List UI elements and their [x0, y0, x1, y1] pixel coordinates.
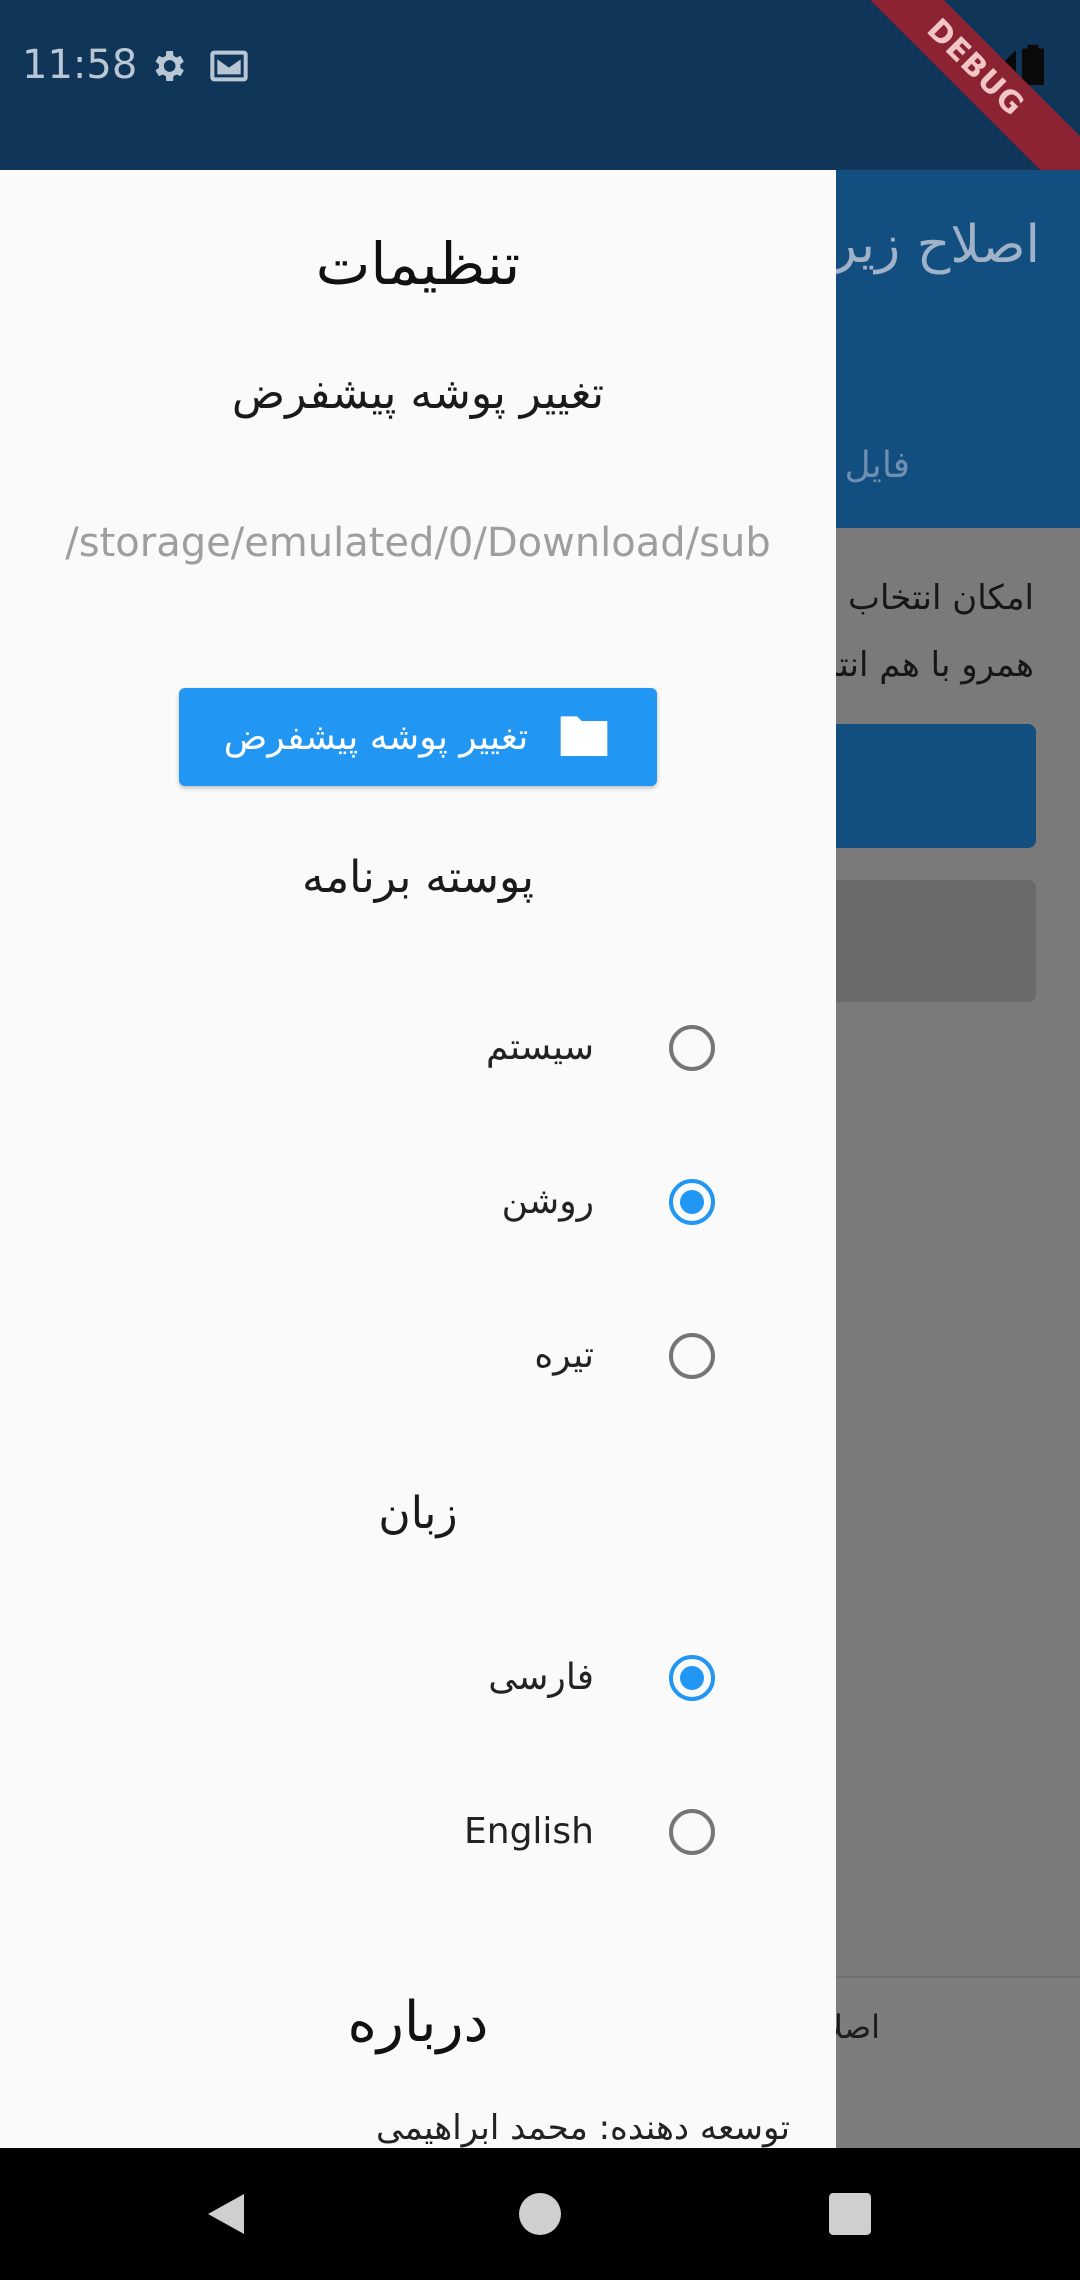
radio-unselected-icon[interactable]	[667, 1807, 717, 1857]
change-folder-button[interactable]: تغییر پوشه پیشفرض	[179, 688, 657, 786]
default-folder-path: /storage/emulated/0/Download/sub	[65, 520, 771, 566]
theme-option-label: سیستم	[486, 1027, 594, 1068]
language-option-label: English	[464, 1811, 594, 1852]
folder-icon	[556, 711, 612, 763]
mail-icon	[208, 46, 250, 90]
gear-icon	[148, 46, 188, 90]
settings-drawer: تنظیمات تغییر پوشه پیشفرض /storage/emula…	[0, 170, 836, 2148]
radio-selected-icon[interactable]	[667, 1177, 717, 1227]
theme-option-label: تیره	[534, 1335, 594, 1376]
radio-unselected-icon[interactable]	[667, 1023, 717, 1073]
radio-unselected-icon[interactable]	[667, 1331, 717, 1381]
system-nav-bar	[0, 2148, 1080, 2280]
theme-option-label: روشن	[501, 1181, 594, 1222]
developer-credit: توسعه دهنده: محمد ابراهیمی	[376, 2108, 790, 2148]
theme-heading: پوسته برنامه	[301, 852, 535, 903]
status-time: 11:58	[22, 42, 138, 88]
home-icon[interactable]	[500, 2174, 580, 2254]
drawer-title: تنظیمات	[315, 230, 521, 298]
language-option-farsi[interactable]: فارسی	[0, 1638, 836, 1718]
radio-selected-icon[interactable]	[667, 1653, 717, 1703]
back-icon[interactable]	[186, 2174, 266, 2254]
language-option-label: فارسی	[488, 1657, 594, 1698]
tab-file[interactable]: فایل	[845, 445, 910, 486]
about-heading: درباره	[347, 1990, 489, 2055]
recents-icon[interactable]	[810, 2174, 890, 2254]
change-folder-button-label: تغییر پوشه پیشفرض	[223, 716, 529, 758]
status-bar: 11:58 DEBUG	[0, 0, 1080, 204]
theme-option-system[interactable]: سیستم	[0, 1008, 836, 1088]
theme-option-light[interactable]: روشن	[0, 1162, 836, 1242]
default-folder-heading: تغییر پوشه پیشفرض	[231, 368, 605, 419]
body-text-line: امکان انتخاب	[847, 578, 1034, 618]
language-option-english[interactable]: English	[0, 1792, 836, 1872]
language-heading: زبان	[378, 1488, 458, 1539]
theme-option-dark[interactable]: تیره	[0, 1316, 836, 1396]
